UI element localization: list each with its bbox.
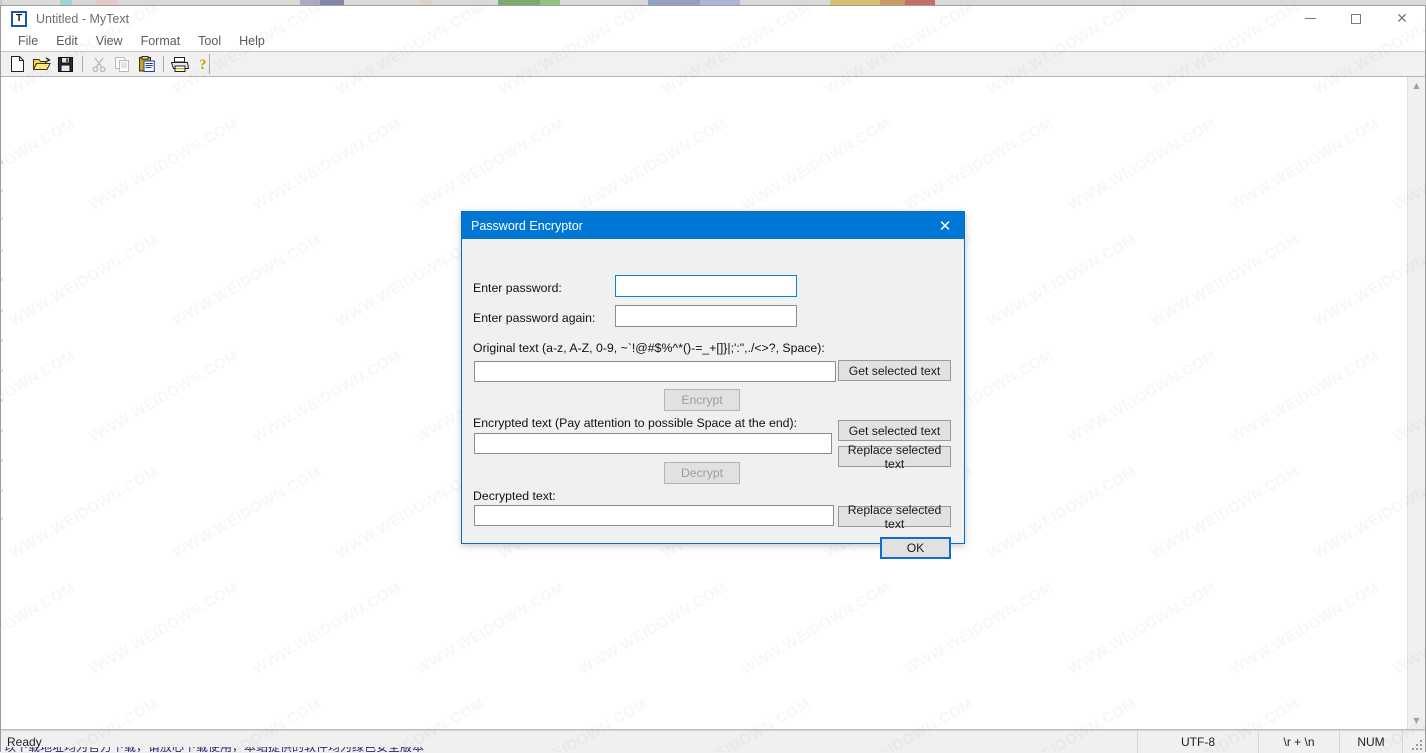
window-title-bar: T Untitled - MyText ✕ <box>1 6 1425 31</box>
dialog-title: Password Encryptor <box>471 218 583 233</box>
maximize-icon <box>1351 13 1361 24</box>
minimize-button[interactable] <box>1287 6 1333 31</box>
print-button[interactable] <box>168 53 191 75</box>
decrypted-text-label: Decrypted text: <box>473 489 556 503</box>
window-title: Untitled - MyText <box>36 11 130 26</box>
menu-item-edit[interactable]: Edit <box>47 33 87 49</box>
bottom-clipped-text: 以下载地址均为官方下载，请放心下载使用，本站提供的软件均为绿色安全版本 <box>4 747 424 752</box>
original-text-input[interactable] <box>474 361 836 382</box>
encrypted-text-input[interactable] <box>474 433 832 454</box>
password-input[interactable] <box>615 275 797 297</box>
paste-clipboard-icon <box>138 56 155 72</box>
cut-button[interactable] <box>87 53 110 75</box>
decrypt-button[interactable]: Decrypt <box>664 462 740 484</box>
print-icon <box>170 56 189 72</box>
window-top-border <box>0 5 1426 6</box>
help-button[interactable]: ? <box>192 53 215 75</box>
scroll-up-arrow-icon[interactable]: ▲ <box>1408 77 1425 94</box>
menu-bar: File Edit View Format Tool Help <box>1 31 1425 52</box>
menu-item-view[interactable]: View <box>87 33 132 49</box>
svg-text:?: ? <box>199 57 207 72</box>
cut-scissors-icon <box>91 57 106 72</box>
dialog-close-button[interactable]: ✕ <box>926 212 964 239</box>
copy-button[interactable] <box>111 53 134 75</box>
replace-selected-text-encrypted-button[interactable]: Replace selected text <box>838 443 951 471</box>
menu-item-tool[interactable]: Tool <box>189 33 230 49</box>
new-document-button[interactable] <box>6 53 29 75</box>
dialog-title-bar: Password Encryptor ✕ <box>462 212 964 239</box>
close-icon: ✕ <box>1396 10 1408 27</box>
decrypted-text-input[interactable] <box>474 505 834 526</box>
close-button[interactable]: ✕ <box>1379 6 1425 31</box>
app-icon-mytext: T <box>11 10 27 27</box>
help-question-icon: ? <box>199 57 207 72</box>
get-selected-text-encrypted-button[interactable]: Get selected text <box>838 420 951 441</box>
maximize-button[interactable] <box>1333 6 1379 31</box>
password-again-input[interactable] <box>615 305 797 327</box>
new-document-icon <box>11 56 24 72</box>
encrypted-text-label: Encrypted text (Pay attention to possibl… <box>473 416 798 430</box>
encrypt-button[interactable]: Encrypt <box>664 389 740 411</box>
open-folder-button[interactable] <box>30 53 53 75</box>
menu-item-file[interactable]: File <box>9 33 47 49</box>
menu-item-help[interactable]: Help <box>230 33 274 49</box>
vertical-scrollbar[interactable]: ▲ ▼ <box>1407 77 1425 729</box>
password-label: Enter password: <box>473 281 562 295</box>
editor-left-margin-marks <box>1 77 3 729</box>
save-button[interactable] <box>54 53 77 75</box>
dialog-body: Enter password: Enter password again: Or… <box>462 239 964 559</box>
paste-button[interactable] <box>135 53 158 75</box>
password-encryptor-dialog: Password Encryptor ✕ Enter password: Ent… <box>461 211 965 559</box>
toolbar-separator-1 <box>82 56 83 72</box>
ok-button[interactable]: OK <box>880 537 951 559</box>
password-again-label: Enter password again: <box>473 311 596 325</box>
open-folder-icon <box>32 56 51 70</box>
original-text-label: Original text (a-z, A-Z, 0-9, ~`!@#$%^*(… <box>473 341 825 355</box>
menu-item-format[interactable]: Format <box>132 33 190 49</box>
get-selected-text-original-button[interactable]: Get selected text <box>838 360 951 381</box>
save-floppy-icon <box>58 56 73 72</box>
replace-selected-text-decrypted-button[interactable]: Replace selected text <box>838 503 951 531</box>
toolbar: ? <box>1 52 1425 77</box>
copy-icon <box>114 56 129 72</box>
minimize-icon <box>1304 18 1316 19</box>
scroll-down-arrow-icon[interactable]: ▼ <box>1408 712 1425 729</box>
toolbar-separator-2 <box>163 56 164 72</box>
bottom-clipped-text-strip: 以下载地址均为官方下载，请放心下载使用，本站提供的软件均为绿色安全版本 <box>0 747 1426 752</box>
